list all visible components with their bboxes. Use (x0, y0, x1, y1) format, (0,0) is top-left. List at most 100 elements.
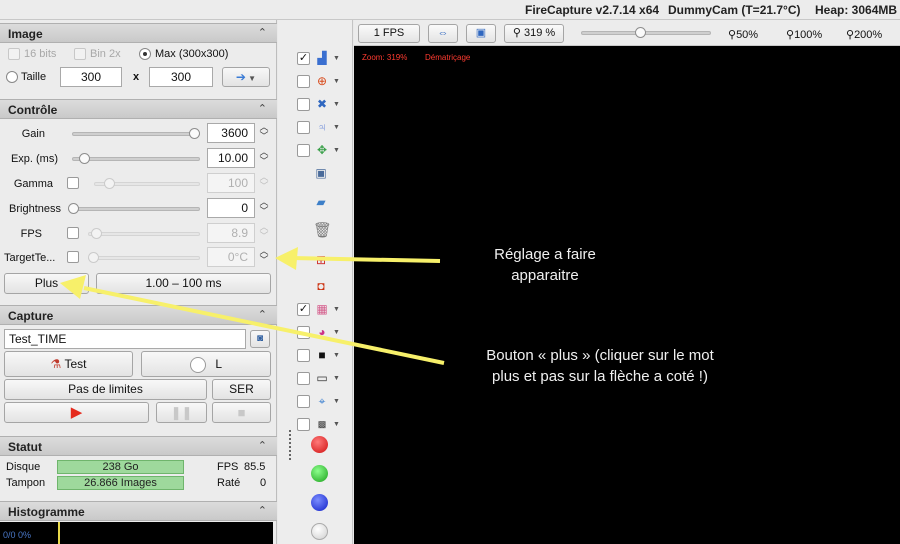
collapse-icon[interactable]: ⌃ (258, 26, 267, 39)
flip-icon[interactable]: ⊞ (313, 253, 329, 267)
white-filter-button[interactable] (311, 523, 328, 540)
zoom-200-link[interactable]: ⚲200% (846, 28, 882, 41)
tools-icon[interactable]: ✖ (314, 97, 330, 111)
collapse-icon[interactable]: ⌃ (258, 439, 267, 452)
align-tool-checkbox[interactable] (297, 144, 310, 157)
exposure-slider-knob[interactable] (79, 153, 91, 164)
chevron-down-icon[interactable]: ▼ (333, 78, 340, 85)
save-icon[interactable]: ▣ (313, 166, 329, 180)
collapse-icon[interactable]: ⌃ (258, 504, 267, 517)
size-radio[interactable] (6, 71, 18, 83)
zoom-button[interactable]: ⚲ 319 % (504, 24, 564, 43)
color-balance-icon[interactable]: ◕ (314, 325, 330, 339)
stop-button[interactable]: ■ (212, 402, 271, 423)
brightness-slider-knob[interactable] (68, 203, 79, 214)
exposure-slider[interactable] (72, 157, 200, 161)
focus-tool-checkbox[interactable] (297, 121, 310, 134)
width-input[interactable]: 300 (60, 67, 122, 87)
format-button[interactable]: SER (212, 379, 271, 400)
brightness-slider[interactable] (68, 207, 200, 211)
counter-icon[interactable]: ▩ (314, 417, 330, 431)
drag-handle[interactable] (289, 430, 291, 460)
fps-button[interactable]: 1 FPS (358, 24, 420, 43)
gamma-stepper[interactable]: ︿ ﹀ (256, 173, 272, 193)
record-button[interactable]: ▶ (4, 402, 149, 423)
chevron-down-icon[interactable]: ▼ (333, 375, 340, 382)
bin2x-checkbox[interactable] (74, 48, 86, 60)
plus-button[interactable]: Plus (4, 273, 89, 294)
red-filter-button[interactable] (311, 436, 328, 453)
black-frame-checkbox[interactable] (297, 349, 310, 362)
image-section-header[interactable]: Image ⌃ (0, 23, 277, 43)
exposure-input[interactable]: 10.00 (207, 148, 255, 168)
pause-button[interactable]: ❚❚ (156, 402, 207, 423)
gain-slider-knob[interactable] (189, 128, 200, 139)
focus-icon[interactable]: ♃ (314, 120, 330, 134)
black-frame-icon[interactable]: ■ (314, 348, 330, 362)
zoom-slider[interactable] (581, 31, 711, 35)
chevron-down-icon[interactable]: ▼ (333, 352, 340, 359)
trash-icon[interactable]: 🗑 (313, 223, 332, 238)
align-icon[interactable]: ✥ (314, 143, 330, 157)
filter-l-button[interactable]: L (141, 351, 271, 377)
histogram-section-header[interactable]: Histogramme ⌃ (0, 501, 277, 521)
gamma-input[interactable]: 100 (207, 173, 255, 193)
blue-filter-button[interactable] (311, 494, 328, 511)
size-preset-button[interactable]: ➔ ▼ (222, 67, 270, 87)
target-icon[interactable]: ⌖ (314, 394, 330, 408)
filename-input[interactable]: Test_TIME (4, 329, 246, 349)
gain-input[interactable]: 3600 (207, 123, 255, 143)
brightness-input[interactable]: 0 (207, 198, 255, 218)
chevron-down-icon[interactable]: ▼ (333, 421, 340, 428)
chevron-down-icon[interactable]: ▼ (333, 306, 340, 313)
controle-section-header[interactable]: Contrôle ⌃ (0, 99, 277, 119)
target-temp-stepper[interactable]: ︿ ﹀ (256, 247, 272, 267)
exposure-stepper[interactable]: ︿ ﹀ (256, 148, 272, 168)
color-balance-checkbox[interactable] (297, 326, 310, 339)
brightness-stepper[interactable]: ︿ ﹀ (256, 198, 272, 218)
crosshair-icon[interactable]: ⊕ (314, 74, 330, 88)
fit-window-button[interactable]: ⇔ (428, 24, 458, 43)
limits-button[interactable]: Pas de limites (4, 379, 207, 400)
fps-slider-knob[interactable] (91, 228, 103, 239)
sun-icon[interactable]: ◘ (313, 279, 329, 293)
chevron-down-icon[interactable]: ▼ (333, 329, 340, 336)
target-checkbox[interactable] (297, 395, 310, 408)
counter-checkbox[interactable] (297, 418, 310, 431)
exposure-range-button[interactable]: 1.00 – 100 ms (96, 273, 271, 294)
fps-stepper[interactable]: ︿ ﹀ (256, 223, 272, 243)
capture-section-header[interactable]: Capture ⌃ (0, 305, 277, 325)
green-filter-button[interactable] (311, 465, 328, 482)
collapse-icon[interactable]: ⌃ (258, 102, 267, 115)
target-temp-slider-knob[interactable] (88, 252, 99, 263)
histogram-tool-checkbox[interactable]: ✓ (297, 52, 310, 65)
target-temp-slider[interactable] (88, 256, 200, 260)
chevron-down-icon[interactable]: ▼ (333, 147, 340, 154)
gamma-slider-knob[interactable] (103, 178, 115, 189)
bits16-checkbox[interactable] (8, 48, 20, 60)
chevron-down-icon[interactable]: ▼ (333, 101, 340, 108)
fps-auto-checkbox[interactable] (67, 227, 79, 239)
gamma-auto-checkbox[interactable] (67, 177, 79, 189)
video-preview[interactable]: Zoom: 319% Dématriçage (354, 46, 900, 544)
fps-slider[interactable] (88, 232, 200, 236)
fullscreen-button[interactable]: ▣ (466, 24, 496, 43)
target-temp-checkbox[interactable] (67, 251, 79, 263)
gain-slider[interactable] (72, 132, 200, 136)
fps-input[interactable]: 8.9 (207, 223, 255, 243)
flat-frame-icon[interactable]: ▭ (314, 371, 330, 385)
bar-chart-icon[interactable]: ▟ (314, 51, 330, 65)
gain-stepper[interactable]: ︿ ﹀ (256, 123, 272, 143)
statut-section-header[interactable]: Statut ⌃ (0, 436, 277, 456)
flat-frame-checkbox[interactable] (297, 372, 310, 385)
chevron-down-icon[interactable]: ▼ (333, 124, 340, 131)
collapse-icon[interactable]: ⌃ (258, 308, 267, 321)
zoom-slider-knob[interactable] (635, 27, 646, 38)
folder-icon[interactable]: ▰ (313, 195, 329, 209)
color-grid-checkbox[interactable]: ✓ (297, 303, 310, 316)
color-grid-icon[interactable]: ▦ (314, 302, 330, 316)
chevron-down-icon[interactable]: ▼ (333, 55, 340, 62)
zoom-50-link[interactable]: ⚲50% (728, 28, 758, 41)
test-button[interactable]: ⚗ Test (4, 351, 133, 377)
target-temp-input[interactable]: 0°C (207, 247, 255, 267)
